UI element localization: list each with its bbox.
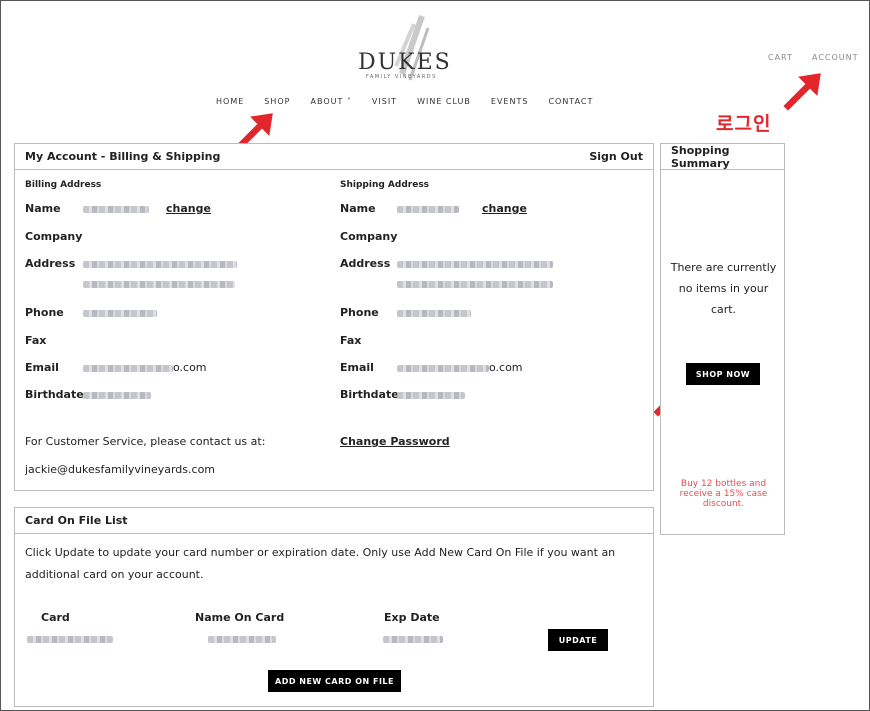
billing-company-label: Company (25, 230, 83, 243)
promo-line2: receive a 15% case (679, 489, 768, 499)
add-new-card-button[interactable]: ADD NEW CARD ON FILE (268, 670, 401, 692)
login-annotation: 로그인 (716, 113, 772, 135)
account-panel: My Account - Billing & Shipping Sign Out… (14, 143, 654, 491)
shipping-change-link[interactable]: change (482, 202, 527, 215)
shipping-email-suffix: o.com (489, 361, 523, 374)
sign-out-link[interactable]: Sign Out (589, 150, 643, 163)
shipping-birthdate-label: Birthdate (340, 388, 399, 401)
shopping-summary-panel: Shopping Summary There are currently no … (660, 143, 785, 535)
empty-cart-line3: cart. (710, 303, 737, 316)
billing-address-label: Address (25, 257, 76, 270)
col-name-header: Name On Card (195, 611, 285, 624)
logo-subtitle: FAMILY VINEYARDS (366, 74, 437, 80)
account-link[interactable]: ACCOUNT (812, 53, 859, 62)
billing-phone-label: Phone (25, 306, 64, 319)
shipping-name-value (397, 206, 459, 213)
site-logo[interactable]: DUKES FAMILY VINEYARDS (340, 14, 470, 84)
billing-email-label: Email (25, 361, 59, 374)
shipping-address-line2 (397, 281, 553, 288)
billing-phone-value (83, 310, 157, 317)
billing-fax-label: Fax (25, 334, 47, 347)
card-panel-title: Card On File List (25, 514, 128, 527)
account-panel-header: My Account - Billing & Shipping Sign Out (15, 144, 653, 170)
main-nav: HOME SHOP ABOUT ˅ VISIT WINE CLUB EVENTS… (216, 97, 593, 106)
card-instructions-line1: Click Update to update your card number … (25, 546, 616, 559)
promo-line1: Buy 12 bottles and (680, 479, 767, 489)
nav-wine-club[interactable]: WINE CLUB (417, 97, 471, 106)
card-panel-header: Card On File List (15, 508, 653, 534)
shop-now-button[interactable]: SHOP NOW (686, 363, 760, 385)
col-card-header: Card (41, 611, 70, 624)
empty-cart-line2: no items in your (678, 282, 769, 295)
billing-email-value (83, 365, 173, 372)
shipping-company-label: Company (340, 230, 398, 243)
billing-name-label: Name (25, 202, 61, 215)
billing-address-line1 (83, 261, 237, 268)
shipping-email-value (397, 365, 489, 372)
shipping-fax-label: Fax (340, 334, 362, 347)
card-on-file-panel: Card On File List Click Update to update… (14, 507, 654, 707)
shipping-address-line1 (397, 261, 553, 268)
update-card-button[interactable]: UPDATE (548, 629, 608, 651)
shipping-email-label: Email (340, 361, 374, 374)
billing-heading: Billing Address (25, 180, 102, 190)
card-name-value (208, 636, 276, 643)
shipping-phone-value (397, 310, 471, 317)
nav-visit[interactable]: VISIT (372, 97, 397, 106)
billing-change-link[interactable]: change (166, 202, 211, 215)
annotation-arrow-icon (780, 70, 824, 114)
col-exp-header: Exp Date (384, 611, 440, 624)
logo-wordmark: DUKES (358, 50, 452, 75)
shipping-name-label: Name (340, 202, 376, 215)
billing-birthdate-value (83, 392, 151, 399)
card-number-value (27, 636, 113, 643)
cart-link[interactable]: CART (768, 53, 793, 62)
nav-home[interactable]: HOME (216, 97, 244, 106)
card-instructions-line2: additional card on your account. (25, 568, 204, 581)
billing-address-line2 (83, 281, 235, 288)
summary-panel-title: Shopping Summary (671, 143, 730, 170)
card-exp-value (383, 636, 443, 643)
nav-contact: CONTACT (548, 97, 594, 106)
billing-birthdate-label: Birthdate (25, 388, 84, 401)
shipping-address-label: Address (340, 257, 391, 270)
customer-service-email[interactable]: jackie@dukesfamilyvineyards.com (25, 463, 215, 476)
nav-events[interactable]: EVENTS (491, 97, 529, 106)
billing-name-value (83, 206, 149, 213)
nav-about[interactable]: ABOUT ˅ (311, 97, 352, 106)
shipping-phone-label: Phone (340, 306, 379, 319)
shipping-birthdate-value (397, 392, 465, 399)
promo-line3: discount. (702, 499, 745, 509)
shipping-heading: Shipping Address (340, 180, 430, 190)
change-password-link[interactable]: Change Password (340, 435, 450, 448)
empty-cart-line1: There are currently (670, 261, 777, 274)
billing-email-suffix: o.com (173, 361, 207, 374)
nav-shop[interactable]: SHOP (264, 97, 290, 106)
summary-panel-header: Shopping Summary (661, 144, 784, 170)
account-panel-title: My Account - Billing & Shipping (25, 150, 221, 163)
customer-service-text: For Customer Service, please contact us … (25, 435, 266, 448)
